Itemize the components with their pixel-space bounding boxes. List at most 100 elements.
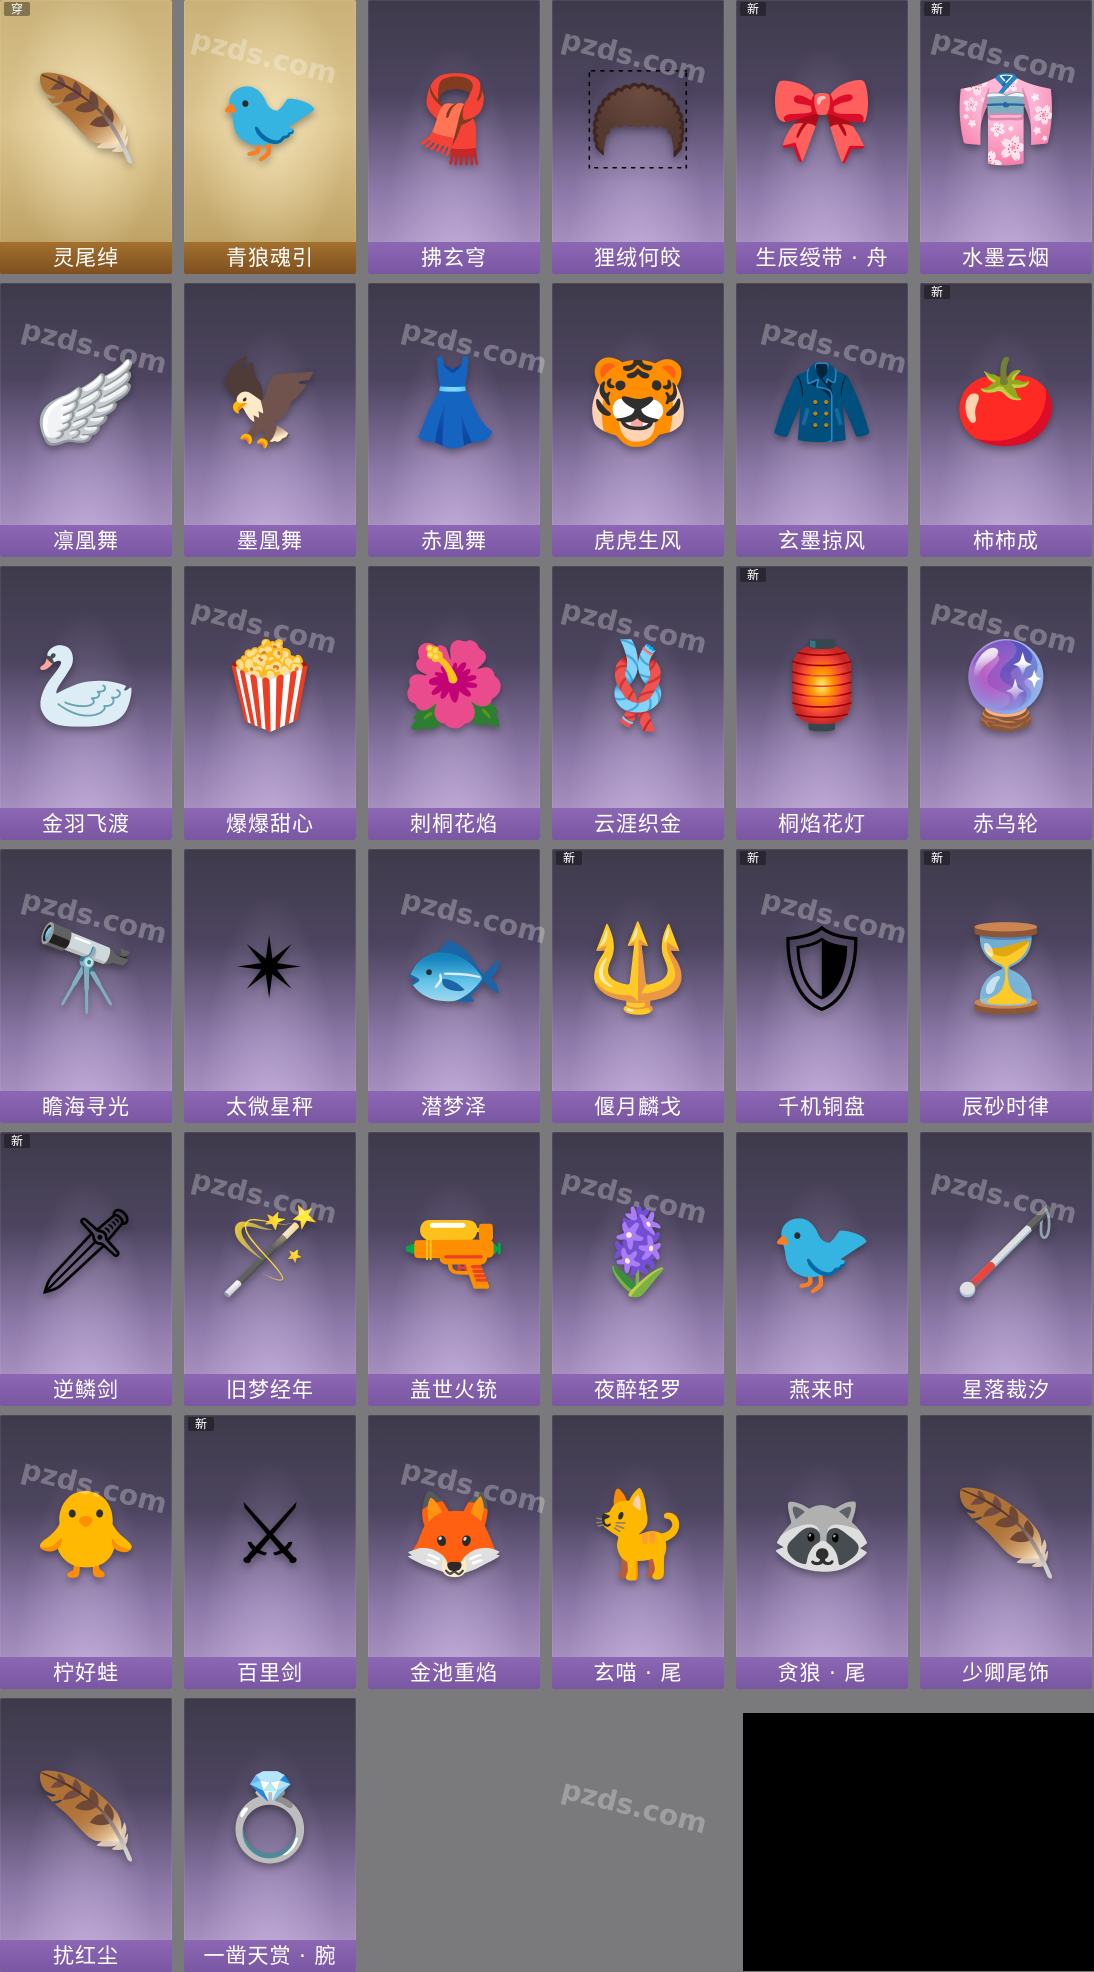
item-card[interactable]: 🔮 赤乌轮 bbox=[920, 566, 1092, 840]
item-image-icon: 🗡 bbox=[32, 1202, 140, 1300]
item-image-icon: 🪢 bbox=[585, 636, 691, 734]
item-image-icon: 🦱 bbox=[585, 70, 691, 168]
item-badge: 新 bbox=[924, 851, 950, 865]
item-label: 玄墨掠风 bbox=[736, 525, 908, 557]
item-badge: 新 bbox=[740, 2, 766, 16]
item-card[interactable]: 🎀 新生辰绶带 · 舟 bbox=[736, 0, 908, 274]
item-card[interactable]: 🪶 穿灵尾绰 bbox=[0, 0, 172, 274]
item-card[interactable]: 🍅 新柿柿成 bbox=[920, 283, 1092, 557]
item-label: 柠好蛙 bbox=[0, 1657, 172, 1689]
item-card[interactable]: 🧣 拂玄穹 bbox=[368, 0, 540, 274]
item-card[interactable]: 🪢 云涯织金 bbox=[552, 566, 724, 840]
item-image-icon: 🐟 bbox=[401, 919, 507, 1017]
item-label: 爆爆甜心 bbox=[184, 808, 356, 840]
item-label: 刺桐花焰 bbox=[368, 808, 540, 840]
item-badge: 新 bbox=[740, 851, 766, 865]
item-image-icon: 🪻 bbox=[585, 1202, 691, 1300]
item-image-icon: 🦝 bbox=[769, 1485, 875, 1583]
item-image-icon: 🔫 bbox=[401, 1202, 507, 1300]
item-image-icon: 🛡 bbox=[768, 919, 876, 1017]
item-card[interactable]: 🪻 夜醉轻罗 bbox=[552, 1132, 724, 1406]
item-card[interactable]: ⚔ 新百里剑 bbox=[184, 1415, 356, 1689]
item-card[interactable]: 🌺 刺桐花焰 bbox=[368, 566, 540, 840]
item-card[interactable]: 🦱 狸绒何皎 bbox=[552, 0, 724, 274]
item-label: 星落裁汐 bbox=[920, 1374, 1092, 1406]
item-badge: 新 bbox=[4, 1134, 30, 1148]
item-image-icon: 🏮 bbox=[769, 636, 875, 734]
item-label: 金羽飞渡 bbox=[0, 808, 172, 840]
item-image-icon: 🧣 bbox=[401, 70, 507, 168]
item-label: 凛凰舞 bbox=[0, 525, 172, 557]
item-card[interactable]: 🐦 燕来时 bbox=[736, 1132, 908, 1406]
item-card[interactable]: 💍 一凿天赏 · 腕 bbox=[184, 1698, 356, 1972]
item-card[interactable]: 🔫 盖世火铳 bbox=[368, 1132, 540, 1406]
item-image-icon: 🪶 bbox=[33, 70, 139, 168]
item-card[interactable]: 🪶 少卿尾饰 bbox=[920, 1415, 1092, 1689]
item-label: 盖世火铳 bbox=[368, 1374, 540, 1406]
item-image-icon: 🐦 bbox=[769, 1202, 875, 1300]
item-label: 金池重焰 bbox=[368, 1657, 540, 1689]
item-card[interactable]: 🪄 旧梦经年 bbox=[184, 1132, 356, 1406]
item-card[interactable]: 🏮 新桐焰花灯 bbox=[736, 566, 908, 840]
item-image-icon: 🦯 bbox=[953, 1202, 1059, 1300]
item-badge: 穿 bbox=[4, 2, 30, 16]
item-image-icon: 🎀 bbox=[769, 70, 875, 168]
item-card[interactable]: 🦝 贪狼 · 尾 bbox=[736, 1415, 908, 1689]
item-card[interactable]: 🪽 凛凰舞 bbox=[0, 283, 172, 557]
item-image-icon: 🦊 bbox=[401, 1485, 507, 1583]
item-card[interactable]: 🦢 金羽飞渡 bbox=[0, 566, 172, 840]
item-label: 夜醉轻罗 bbox=[552, 1374, 724, 1406]
item-card[interactable]: 🗡 新逆鳞剑 bbox=[0, 1132, 172, 1406]
item-label: 太微星秤 bbox=[184, 1091, 356, 1123]
item-label: 旧梦经年 bbox=[184, 1374, 356, 1406]
item-card[interactable]: 🔱 新偃月麟戈 bbox=[552, 849, 724, 1123]
item-card[interactable]: 🐥 柠好蛙 bbox=[0, 1415, 172, 1689]
item-image-icon: 🦅 bbox=[217, 353, 323, 451]
item-label: 贪狼 · 尾 bbox=[736, 1657, 908, 1689]
item-card[interactable]: 🐟 潜梦泽 bbox=[368, 849, 540, 1123]
item-card[interactable]: 👘 新水墨云烟 bbox=[920, 0, 1092, 274]
item-label: 虎虎生风 bbox=[552, 525, 724, 557]
item-image-icon: 🐯 bbox=[585, 353, 691, 451]
item-card[interactable]: 🍿 爆爆甜心 bbox=[184, 566, 356, 840]
item-card[interactable]: 🔭 瞻海寻光 bbox=[0, 849, 172, 1123]
item-image-icon: 🪶 bbox=[953, 1485, 1059, 1583]
item-image-icon: 🪶 bbox=[33, 1768, 139, 1866]
item-card[interactable]: 🛡 新千机铜盘 bbox=[736, 849, 908, 1123]
empty-black-area bbox=[743, 1713, 1094, 1971]
item-image-icon: 👘 bbox=[953, 70, 1059, 168]
item-image-icon: 🐦 bbox=[217, 70, 323, 168]
item-label: 偃月麟戈 bbox=[552, 1091, 724, 1123]
item-image-icon: ⚔ bbox=[232, 1485, 308, 1583]
item-label: 赤凰舞 bbox=[368, 525, 540, 557]
item-card[interactable]: 🐦 青狼魂引 bbox=[184, 0, 356, 274]
item-card[interactable]: 🐈 玄喵 · 尾 bbox=[552, 1415, 724, 1689]
item-card[interactable]: 🦯 星落裁汐 bbox=[920, 1132, 1092, 1406]
item-card[interactable]: ✴ 太微星秤 bbox=[184, 849, 356, 1123]
item-image-icon: 🐈 bbox=[585, 1485, 691, 1583]
item-card[interactable]: 🧥 玄墨掠风 bbox=[736, 283, 908, 557]
item-image-icon: 🌺 bbox=[401, 636, 507, 734]
item-card[interactable]: 🦊 金池重焰 bbox=[368, 1415, 540, 1689]
item-image-icon: 🐥 bbox=[33, 1485, 139, 1583]
item-label: 青狼魂引 bbox=[184, 242, 356, 274]
item-card[interactable]: 🐯 虎虎生风 bbox=[552, 283, 724, 557]
item-image-icon: 🔱 bbox=[585, 919, 691, 1017]
item-badge: 新 bbox=[924, 2, 950, 16]
item-badge: 新 bbox=[740, 568, 766, 582]
item-label: 少卿尾饰 bbox=[920, 1657, 1092, 1689]
item-card[interactable]: 🪶 扰红尘 bbox=[0, 1698, 172, 1972]
item-label: 灵尾绰 bbox=[0, 242, 172, 274]
item-label: 狸绒何皎 bbox=[552, 242, 724, 274]
item-label: 拂玄穹 bbox=[368, 242, 540, 274]
item-card[interactable]: 🦅 墨凰舞 bbox=[184, 283, 356, 557]
item-label: 柿柿成 bbox=[920, 525, 1092, 557]
item-label: 云涯织金 bbox=[552, 808, 724, 840]
item-card[interactable]: 👗 赤凰舞 bbox=[368, 283, 540, 557]
item-image-icon: 🪄 bbox=[217, 1202, 323, 1300]
item-badge: 新 bbox=[188, 1417, 214, 1431]
item-label: 一凿天赏 · 腕 bbox=[184, 1940, 356, 1972]
item-card[interactable]: ⏳ 新辰砂时律 bbox=[920, 849, 1092, 1123]
item-image-icon: 👗 bbox=[401, 353, 507, 451]
item-label: 辰砂时律 bbox=[920, 1091, 1092, 1123]
